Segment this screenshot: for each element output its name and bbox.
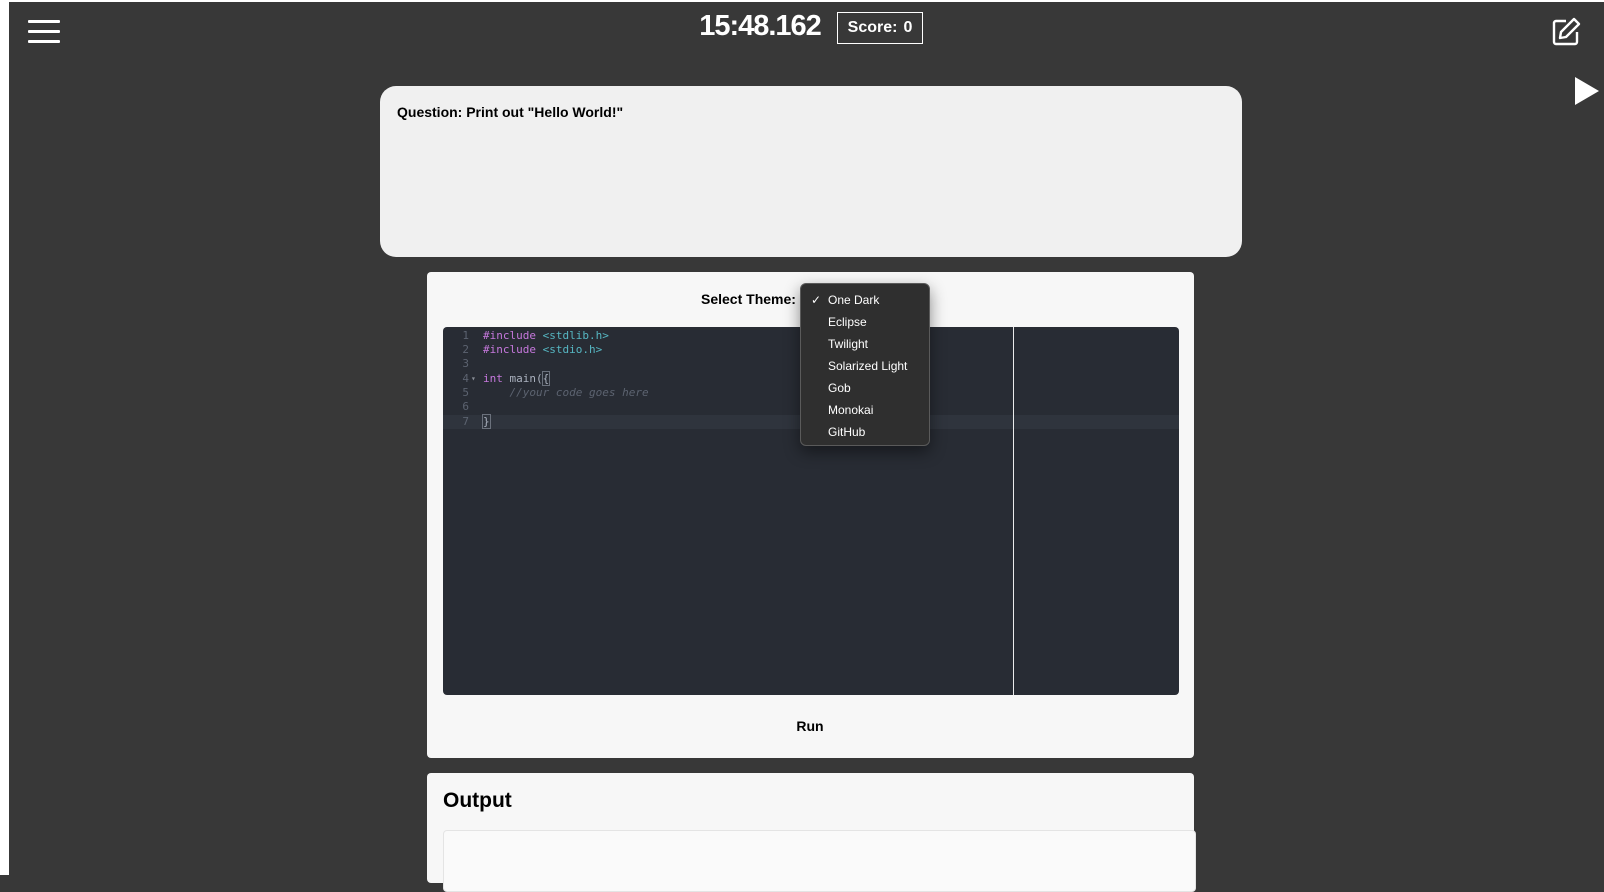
theme-option-label: Gob <box>828 381 851 395</box>
theme-option-eclipse[interactable]: Eclipse <box>801 311 929 333</box>
play-icon[interactable] <box>1574 76 1600 106</box>
theme-option-label: Solarized Light <box>828 359 908 373</box>
question-card: Question: Print out "Hello World!" <box>380 86 1242 257</box>
theme-option-label: One Dark <box>828 293 880 307</box>
score-value: 0 <box>903 19 913 36</box>
line-number: 2 <box>462 343 469 356</box>
code-comment: //your code goes here <box>483 386 649 399</box>
theme-select-label: Select Theme: <box>701 291 796 307</box>
theme-option-label: Monokai <box>828 403 874 417</box>
theme-option-twilight[interactable]: Twilight <box>801 333 929 355</box>
code-text: #include <stdio.h> <box>483 343 603 356</box>
score-label: Score: <box>847 19 898 36</box>
line-number: 4 <box>462 372 469 385</box>
theme-option-label: Twilight <box>828 337 869 351</box>
checkmark-icon: ✓ <box>811 293 822 307</box>
theme-option-monokai[interactable]: Monokai <box>801 399 929 421</box>
theme-option-github[interactable]: GitHub <box>801 421 929 443</box>
line-number: 5 <box>462 386 469 399</box>
edit-square-icon[interactable] <box>1550 16 1582 48</box>
output-box <box>443 830 1196 892</box>
window-top-edge <box>0 0 1604 2</box>
theme-option-label: GitHub <box>828 425 866 439</box>
window-edge <box>0 0 9 875</box>
line-number: 1 <box>462 329 469 342</box>
line-number: 7 <box>462 415 469 428</box>
code-text: #include <stdlib.h> <box>483 329 609 342</box>
timer: 15:48.162 <box>699 10 822 42</box>
theme-option-gob[interactable]: Gob <box>801 377 929 399</box>
line-number: 3 <box>462 357 469 370</box>
hamburger-menu-icon[interactable] <box>28 20 60 44</box>
theme-option-one-dark[interactable]: ✓ One Dark <box>801 289 929 311</box>
print-margin-line <box>1013 327 1014 695</box>
theme-option-solarized-light[interactable]: Solarized Light <box>801 355 929 377</box>
code-text: } <box>482 414 491 429</box>
theme-dropdown-menu[interactable]: ✓ One Dark Eclipse Twilight Solarized Li… <box>800 283 930 446</box>
output-card: Output <box>427 773 1196 892</box>
question-text: Question: Print out "Hello World!" <box>397 104 624 120</box>
output-title: Output <box>443 789 512 812</box>
line-number: 6 <box>462 400 469 413</box>
run-button[interactable]: Run <box>775 718 845 740</box>
fold-arrow-icon[interactable]: ▾ <box>471 372 476 386</box>
code-text: int main({ <box>483 371 551 386</box>
score-badge: Score: 0 <box>837 12 923 44</box>
theme-option-label: Eclipse <box>828 315 867 329</box>
